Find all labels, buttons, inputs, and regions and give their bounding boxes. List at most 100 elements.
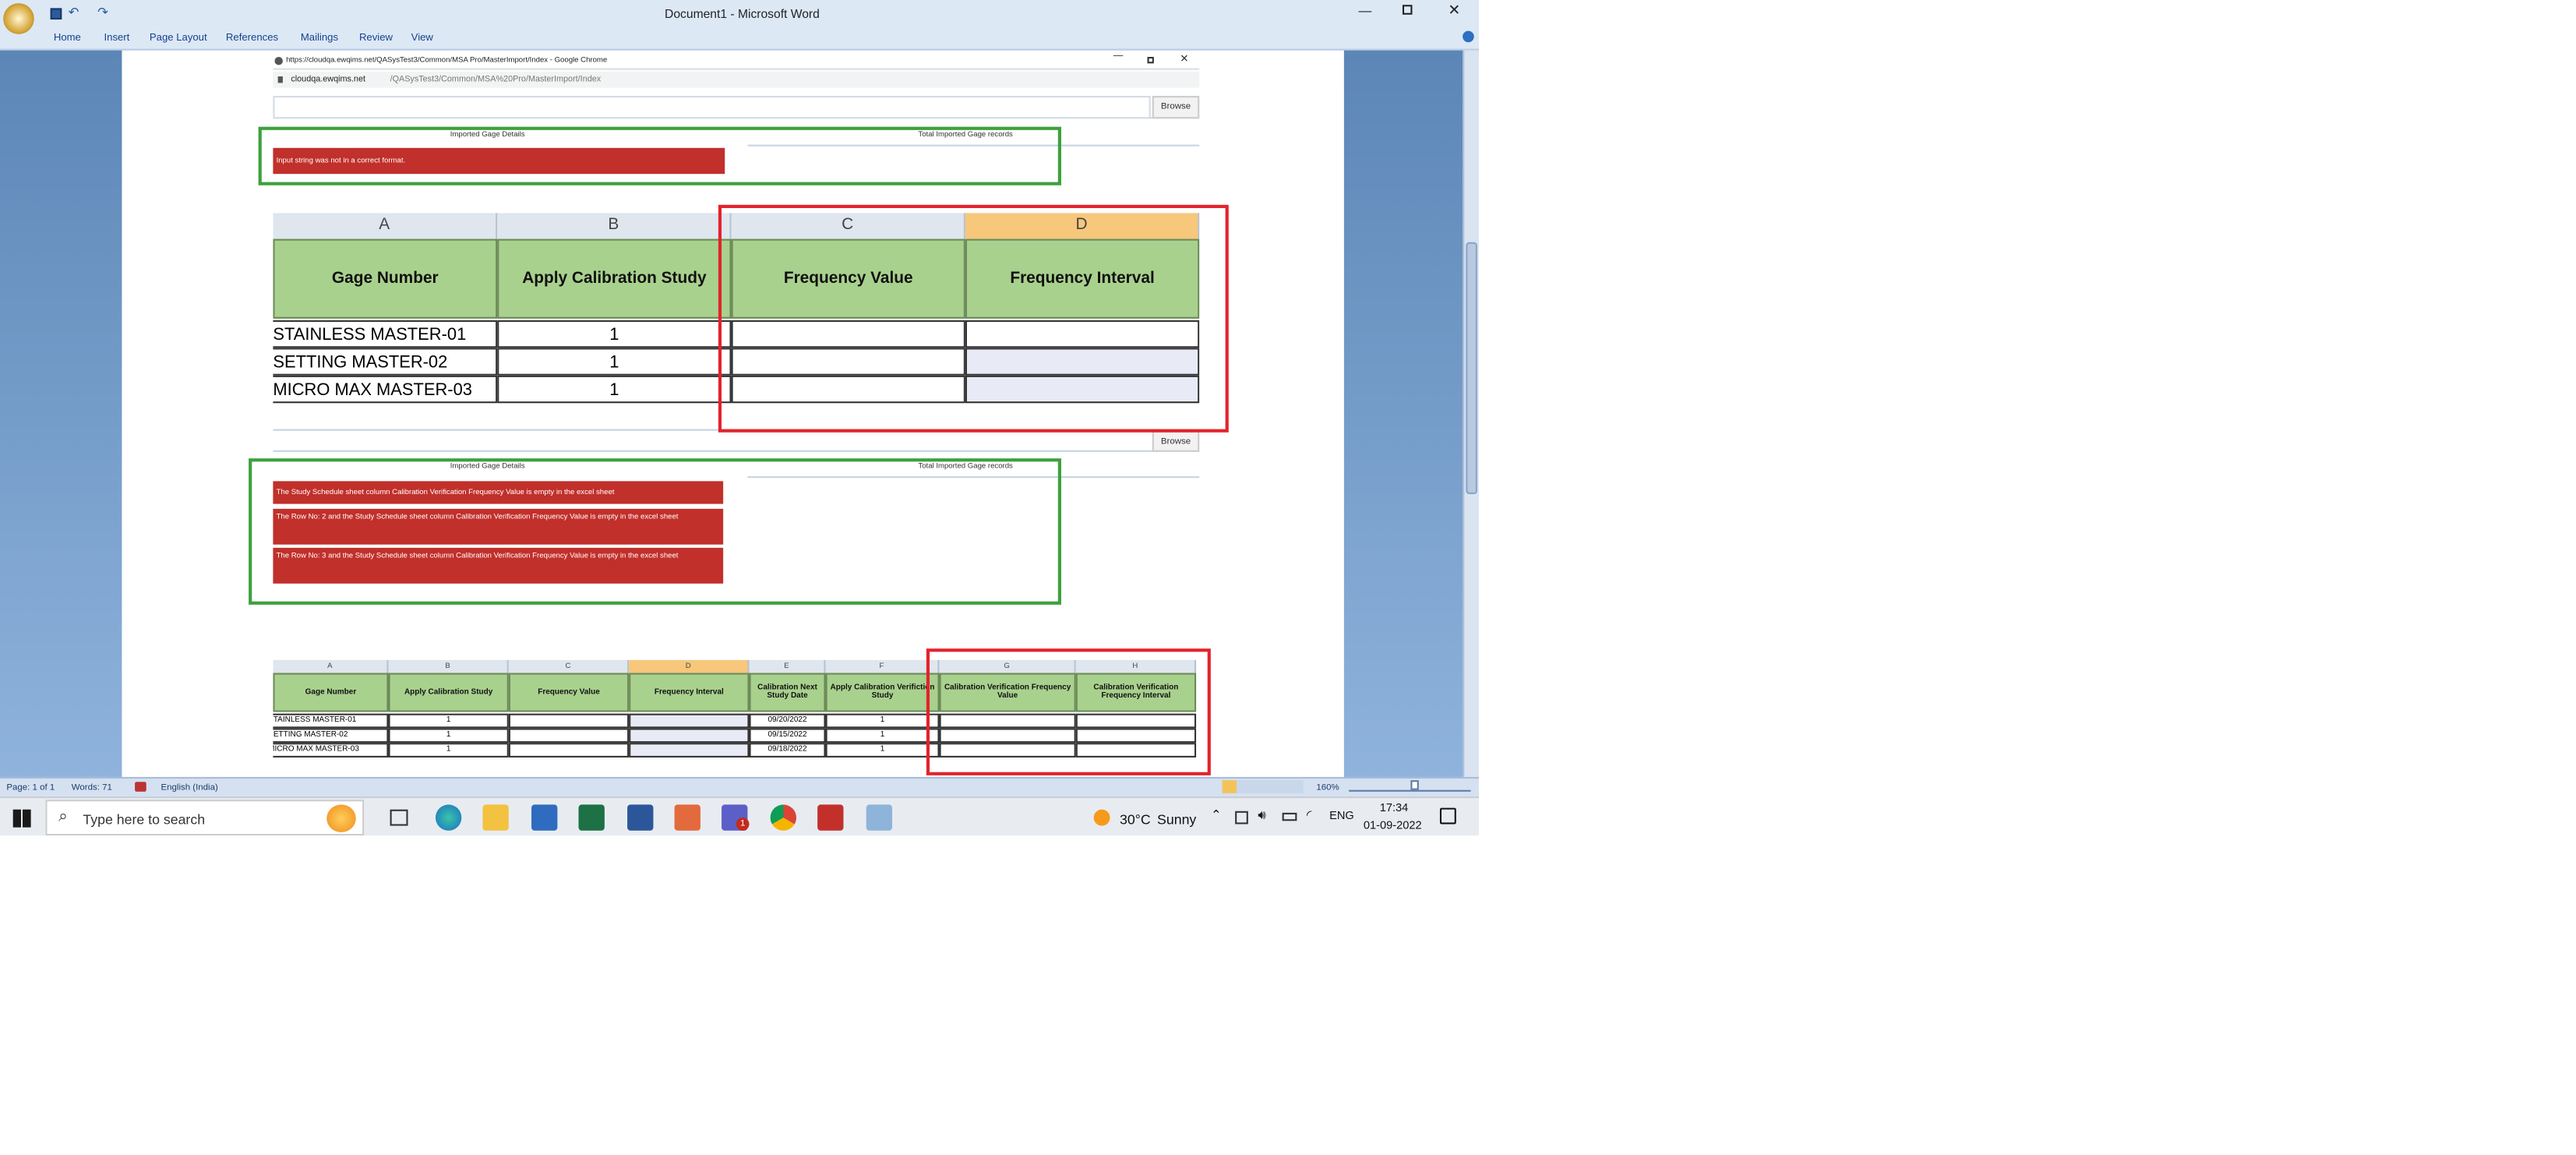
shield-app-icon[interactable] <box>817 804 844 831</box>
table2-row-1-col-a: STAINLESS MASTER-01 <box>273 713 389 729</box>
window-title: Document1 - Microsoft Word <box>665 6 820 22</box>
notification-icon[interactable] <box>1439 807 1456 825</box>
office-button[interactable] <box>3 3 34 34</box>
table2-row-1-col-d <box>629 713 750 729</box>
proofing-icon[interactable] <box>135 782 146 792</box>
status-bar: Page: 1 of 1 Words: 71 English (India) 1… <box>0 776 1479 796</box>
task-view-icon[interactable] <box>390 809 408 826</box>
windows-taskbar: ⌕ Type here to search 1 30°C Sunny ⌃ 🔊︎ … <box>0 796 1479 836</box>
edge-icon[interactable] <box>435 804 462 831</box>
table-row-1-apply: 1 <box>497 320 732 348</box>
page-count[interactable]: Page: 1 of 1 <box>6 783 55 793</box>
vertical-scrollbar[interactable] <box>1463 50 1479 777</box>
table2-row-3-col-f: 1 <box>825 743 940 758</box>
search-highlight-icon <box>326 804 356 832</box>
table2-row-2-col-a: SETTING MASTER-02 <box>273 728 389 744</box>
input-language[interactable]: ENG <box>1329 811 1354 823</box>
address-bar[interactable]: cloudqa.ewqims.net /QASysTest3/Common/MS… <box>273 71 1200 88</box>
mail-icon[interactable] <box>531 804 558 831</box>
highlight-box-errors-2 <box>249 458 1061 605</box>
document-page[interactable]: https://cloudqa.ewqims.net/QASysTest3/Co… <box>122 50 1344 777</box>
weather-icon[interactable] <box>1093 809 1110 826</box>
header-apply-calibration-study: Apply Calibration Study <box>497 238 732 319</box>
table2-row-2-col-f: 1 <box>825 728 940 744</box>
paint-icon[interactable] <box>866 804 893 831</box>
language[interactable]: English (India) <box>161 783 217 793</box>
highlight-box-columns-cd <box>718 204 1229 433</box>
header2-apply-calibration-study: Apply Calibration Study <box>388 673 509 712</box>
tab-review[interactable]: Review <box>359 33 393 44</box>
help-icon[interactable] <box>1463 30 1474 43</box>
weather-text[interactable]: Sunny <box>1157 811 1196 828</box>
file-input[interactable] <box>273 96 1151 119</box>
table2-row-1-col-c <box>508 713 630 729</box>
lock-icon <box>277 76 283 83</box>
browse-button[interactable]: Browse <box>1152 96 1200 119</box>
table-row-1-gage: STAINLESS MASTER-01 <box>273 320 498 348</box>
table2-row-2-col-d <box>629 728 750 744</box>
col-letter-b: B <box>497 213 732 239</box>
zoom-level[interactable]: 160% <box>1316 783 1339 793</box>
col2-letter-f: F <box>825 659 940 673</box>
excel-icon[interactable] <box>578 804 605 831</box>
chrome-taskbar-icon[interactable] <box>770 804 796 831</box>
browse-button-2[interactable]: Browse <box>1152 430 1200 452</box>
battery-icon[interactable] <box>1282 812 1297 821</box>
word-icon[interactable] <box>627 804 654 831</box>
windows-start-icon[interactable] <box>12 809 31 828</box>
word-count[interactable]: Words: 71 <box>72 783 112 793</box>
header2-calibration-next-study-date: Calibration Next Study Date <box>749 673 826 712</box>
highlight-box-columns-gh <box>926 648 1211 775</box>
table2-row-3-col-b: 1 <box>388 743 509 758</box>
table-row-3-gage: MICRO MAX MASTER-03 <box>273 375 498 404</box>
browser-title: https://cloudqa.ewqims.net/QASysTest3/Co… <box>286 55 608 64</box>
tab-page-layout[interactable]: Page Layout <box>150 33 207 44</box>
table2-row-3-col-d <box>629 743 750 758</box>
speaker-icon[interactable]: 🔊︎ <box>1258 808 1266 825</box>
scroll-thumb[interactable] <box>1466 242 1477 495</box>
header2-gage-number: Gage Number <box>273 673 389 712</box>
col-letter-a: A <box>273 213 498 239</box>
chevron-up-icon[interactable]: ⌃ <box>1211 808 1222 823</box>
zoom-slider[interactable] <box>1349 782 1471 792</box>
zoom-thumb[interactable] <box>1410 780 1419 790</box>
table2-row-3-col-e: 09/18/2022 <box>749 743 826 758</box>
table2-row-3-col-c <box>508 743 630 758</box>
browser-restore-icon[interactable] <box>1147 56 1154 64</box>
restore-icon[interactable] <box>1402 5 1413 15</box>
ribbon-tabs: Home Insert Page Layout References Maili… <box>0 27 1479 51</box>
url-path: /QASysTest3/Common/MSA%20Pro/MasterImpor… <box>390 74 602 85</box>
file-explorer-icon[interactable] <box>482 804 509 831</box>
temperature[interactable]: 30°C <box>1120 811 1151 828</box>
close-icon[interactable]: ✕ <box>1448 2 1460 19</box>
save-icon[interactable] <box>50 8 62 20</box>
header-gage-number: Gage Number <box>273 238 498 319</box>
table-row-2-gage: SETTING MASTER-02 <box>273 348 498 376</box>
header2-frequency-interval: Frequency Interval <box>629 673 750 712</box>
header2-apply-calibration-verification: Apply Calibration Verifiction Study <box>825 673 940 712</box>
browser-close-icon[interactable]: ✕ <box>1180 52 1188 65</box>
url-host: cloudqa.ewqims.net <box>291 74 365 85</box>
tab-mailings[interactable]: Mailings <box>301 33 338 44</box>
tab-home[interactable]: Home <box>54 33 81 44</box>
table2-row-1-col-e: 09/20/2022 <box>749 713 826 729</box>
file-input-bar-2: Browse <box>273 429 1200 452</box>
app-orange-icon[interactable] <box>674 804 700 831</box>
view-buttons[interactable] <box>1222 780 1304 793</box>
clock-time[interactable]: 17:34 <box>1380 803 1409 814</box>
minimize-icon[interactable]: — <box>1359 3 1372 18</box>
redo-icon[interactable]: ↷ <box>97 5 108 19</box>
table2-row-2-col-c <box>508 728 630 744</box>
browser-title-bar: https://cloudqa.ewqims.net/QASysTest3/Co… <box>273 51 1200 70</box>
undo-icon[interactable]: ↶ <box>69 5 79 19</box>
browser-minimize-icon[interactable]: — <box>1113 52 1124 62</box>
chrome-icon <box>274 56 283 65</box>
tab-view[interactable]: View <box>411 33 433 44</box>
clock-date[interactable]: 01-09-2022 <box>1364 821 1422 832</box>
network-icon[interactable] <box>1235 811 1248 825</box>
tab-insert[interactable]: Insert <box>104 33 129 44</box>
tab-references[interactable]: References <box>226 33 278 44</box>
taskbar-search[interactable]: ⌕ Type here to search <box>45 800 365 836</box>
table-row-3-apply: 1 <box>497 375 732 404</box>
wifi-icon[interactable]: ◜ <box>1307 808 1311 823</box>
